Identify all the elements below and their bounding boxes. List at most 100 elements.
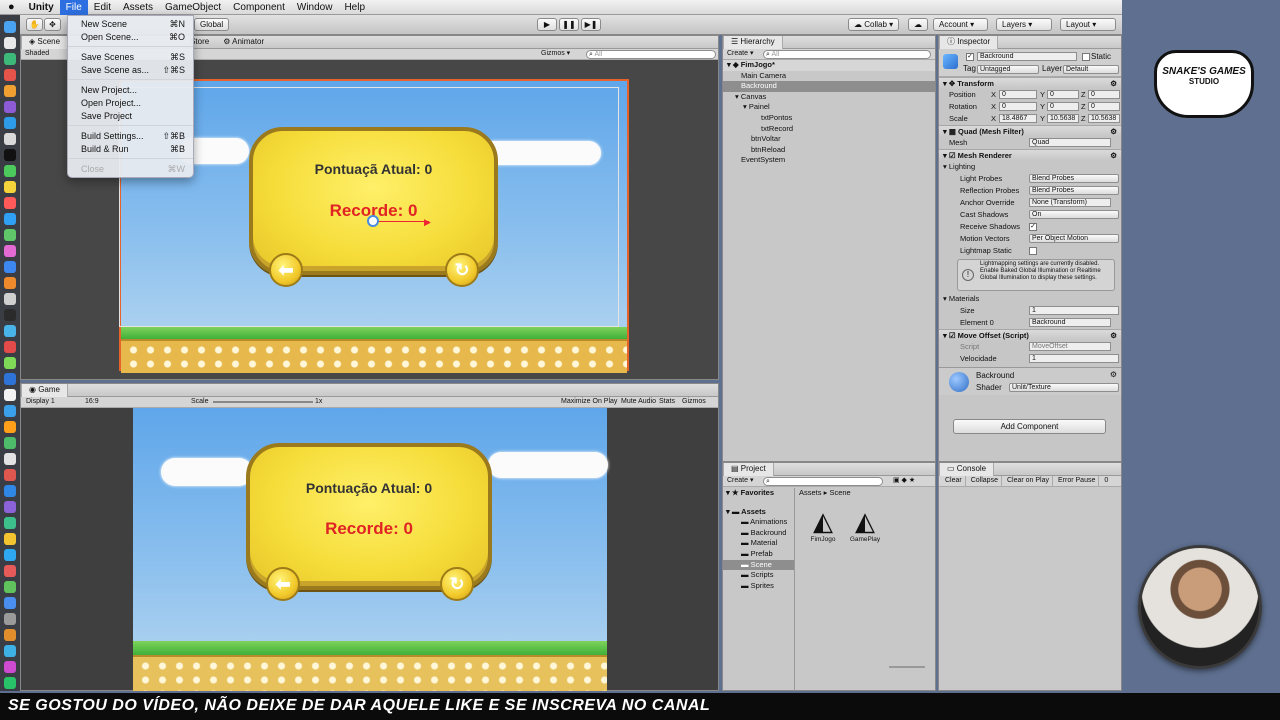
folder-item[interactable]: ▬ Material [723,538,794,549]
layers-dropdown[interactable]: Layers ▾ [996,18,1052,31]
material-preview[interactable]: Backround Shader Unlit/Texture ⚙ [939,367,1121,395]
unity-icon[interactable] [4,149,16,161]
add-component-button[interactable]: Add Component [953,419,1106,434]
move-gizmo-x-axis[interactable] [374,221,429,222]
app-menu-unity[interactable]: Unity [23,0,60,15]
project-search-input[interactable]: ⌕ [763,477,883,486]
folder-item[interactable]: ▬ Backround [723,528,794,539]
folder-item[interactable]: ▬ Scripts [723,570,794,581]
step-button[interactable]: ▶❚ [581,18,601,31]
materials-size-field[interactable]: 1 [1029,306,1119,315]
menu-help[interactable]: Help [338,0,371,15]
tab-inspector[interactable]: ⓘ Inspector [939,36,999,49]
tab-scene[interactable]: ◈ Scene [21,36,69,49]
transform-header[interactable]: ▾ ✥ Transform ⚙ [939,77,1121,89]
mute-audio-toggle[interactable]: Mute Audio [621,397,656,407]
anchor-override-field[interactable]: None (Transform) [1029,198,1111,207]
materials-foldout[interactable]: ▾ Materials [939,293,1121,305]
gizmo-arrow-icon[interactable]: ▶ [424,217,431,228]
app-icon[interactable] [4,69,16,81]
aspect-dropdown[interactable]: 16:9 [85,397,99,407]
app-icon[interactable] [4,485,16,497]
element0-field[interactable]: Backround [1029,318,1111,327]
position-y-field[interactable]: 0 [1047,90,1079,99]
app-icon[interactable] [4,645,16,657]
menu-assets[interactable]: Assets [117,0,159,15]
app-icon[interactable] [4,309,16,321]
app-icon[interactable] [4,229,16,241]
app-icon[interactable] [4,197,16,209]
app-icon[interactable] [4,405,16,417]
maximize-on-play-toggle[interactable]: Maximize On Play [561,397,617,407]
hierarchy-item[interactable]: EventSystem [723,155,935,166]
app-icon[interactable] [4,85,16,97]
app-icon[interactable] [4,469,16,481]
app-icon[interactable] [4,261,16,273]
app-icon[interactable] [4,453,16,465]
back-button[interactable]: ⬅ [266,567,300,601]
rotation-y-field[interactable]: 0 [1047,102,1079,111]
app-icon[interactable] [4,533,16,545]
menu-item-build-and-run[interactable]: Build & Run ⌘B [68,143,193,155]
scale-x-field[interactable]: 18.4867 [999,114,1037,123]
account-dropdown[interactable]: Account ▾ [933,18,988,31]
play-button[interactable]: ▶ [537,18,557,31]
hierarchy-item[interactable]: txtPontos [723,113,935,124]
console-clear-button[interactable]: Clear [942,476,966,486]
app-icon[interactable] [4,181,16,193]
menu-item-save-scene-as[interactable]: Save Scene as... ⇧⌘S [68,64,193,76]
rotation-x-field[interactable]: 0 [999,102,1037,111]
app-icon[interactable] [4,213,16,225]
scene-gizmos-dropdown[interactable]: Gizmos ▾ [541,49,570,59]
console-clear-on-play-button[interactable]: Clear on Play [1004,476,1054,486]
menu-edit[interactable]: Edit [88,0,117,15]
app-icon[interactable] [4,357,16,369]
app-icon[interactable] [4,117,16,129]
layer-dropdown[interactable]: Default [1063,65,1119,74]
hierarchy-item[interactable]: btnReload [723,145,935,156]
menu-component[interactable]: Component [227,0,291,15]
tab-project[interactable]: ▤ Project [723,463,774,476]
menu-item-new-scene[interactable]: New Scene ⌘N [68,18,193,30]
app-icon[interactable] [4,421,16,433]
display-dropdown[interactable]: Display 1 [26,397,55,407]
app-icon[interactable] [4,629,16,641]
app-icon[interactable] [4,389,16,401]
position-z-field[interactable]: 0 [1088,90,1120,99]
collab-dropdown[interactable]: ☁ Collab ▾ [848,18,900,31]
hierarchy-item[interactable]: btnVoltar [723,134,935,145]
cast-shadows-dropdown[interactable]: On [1029,210,1119,219]
app-icon[interactable] [4,293,16,305]
menu-item-save-scenes[interactable]: Save Scenes ⌘S [68,51,193,63]
hierarchy-item[interactable]: ▾ Painel [723,102,935,113]
app-icon[interactable] [4,165,16,177]
menu-gameobject[interactable]: GameObject [159,0,227,15]
scene-search-input[interactable]: ⌕ All [586,50,716,59]
console-message-count[interactable]: 0 [1101,476,1111,486]
app-icon[interactable] [4,661,16,673]
motion-vectors-dropdown[interactable]: Per Object Motion [1029,234,1119,243]
tab-console[interactable]: ▭ Console [939,463,995,476]
app-icon[interactable] [4,325,16,337]
icon-size-slider[interactable] [889,666,925,668]
rotation-z-field[interactable]: 0 [1088,102,1120,111]
game-view[interactable]: Pontuação Atual: 0 Recorde: 0 ⬅ ↻ [133,408,608,691]
scene-back-button[interactable]: ⬅ [269,253,303,287]
shading-dropdown[interactable]: Shaded [25,49,49,59]
app-icon[interactable] [4,597,16,609]
menu-item-save-project[interactable]: Save Project [68,110,193,122]
folder-item[interactable]: ▬ Prefab [723,549,794,560]
breadcrumb-scene[interactable]: Scene [829,488,850,497]
console-collapse-button[interactable]: Collapse [968,476,1002,486]
breadcrumb-assets[interactable]: Assets [799,488,822,497]
static-checkbox[interactable] [1082,53,1090,61]
app-icon[interactable] [4,245,16,257]
menu-item-open-project[interactable]: Open Project... [68,97,193,109]
move-gizmo-center[interactable] [367,215,379,227]
app-icon[interactable] [4,101,16,113]
app-icon[interactable] [4,277,16,289]
lightmap-static-checkbox[interactable] [1029,247,1037,255]
app-icon[interactable] [4,53,16,65]
folder-item-selected[interactable]: ▬ Scene [723,559,794,571]
object-name-field[interactable]: Backround [977,52,1077,61]
